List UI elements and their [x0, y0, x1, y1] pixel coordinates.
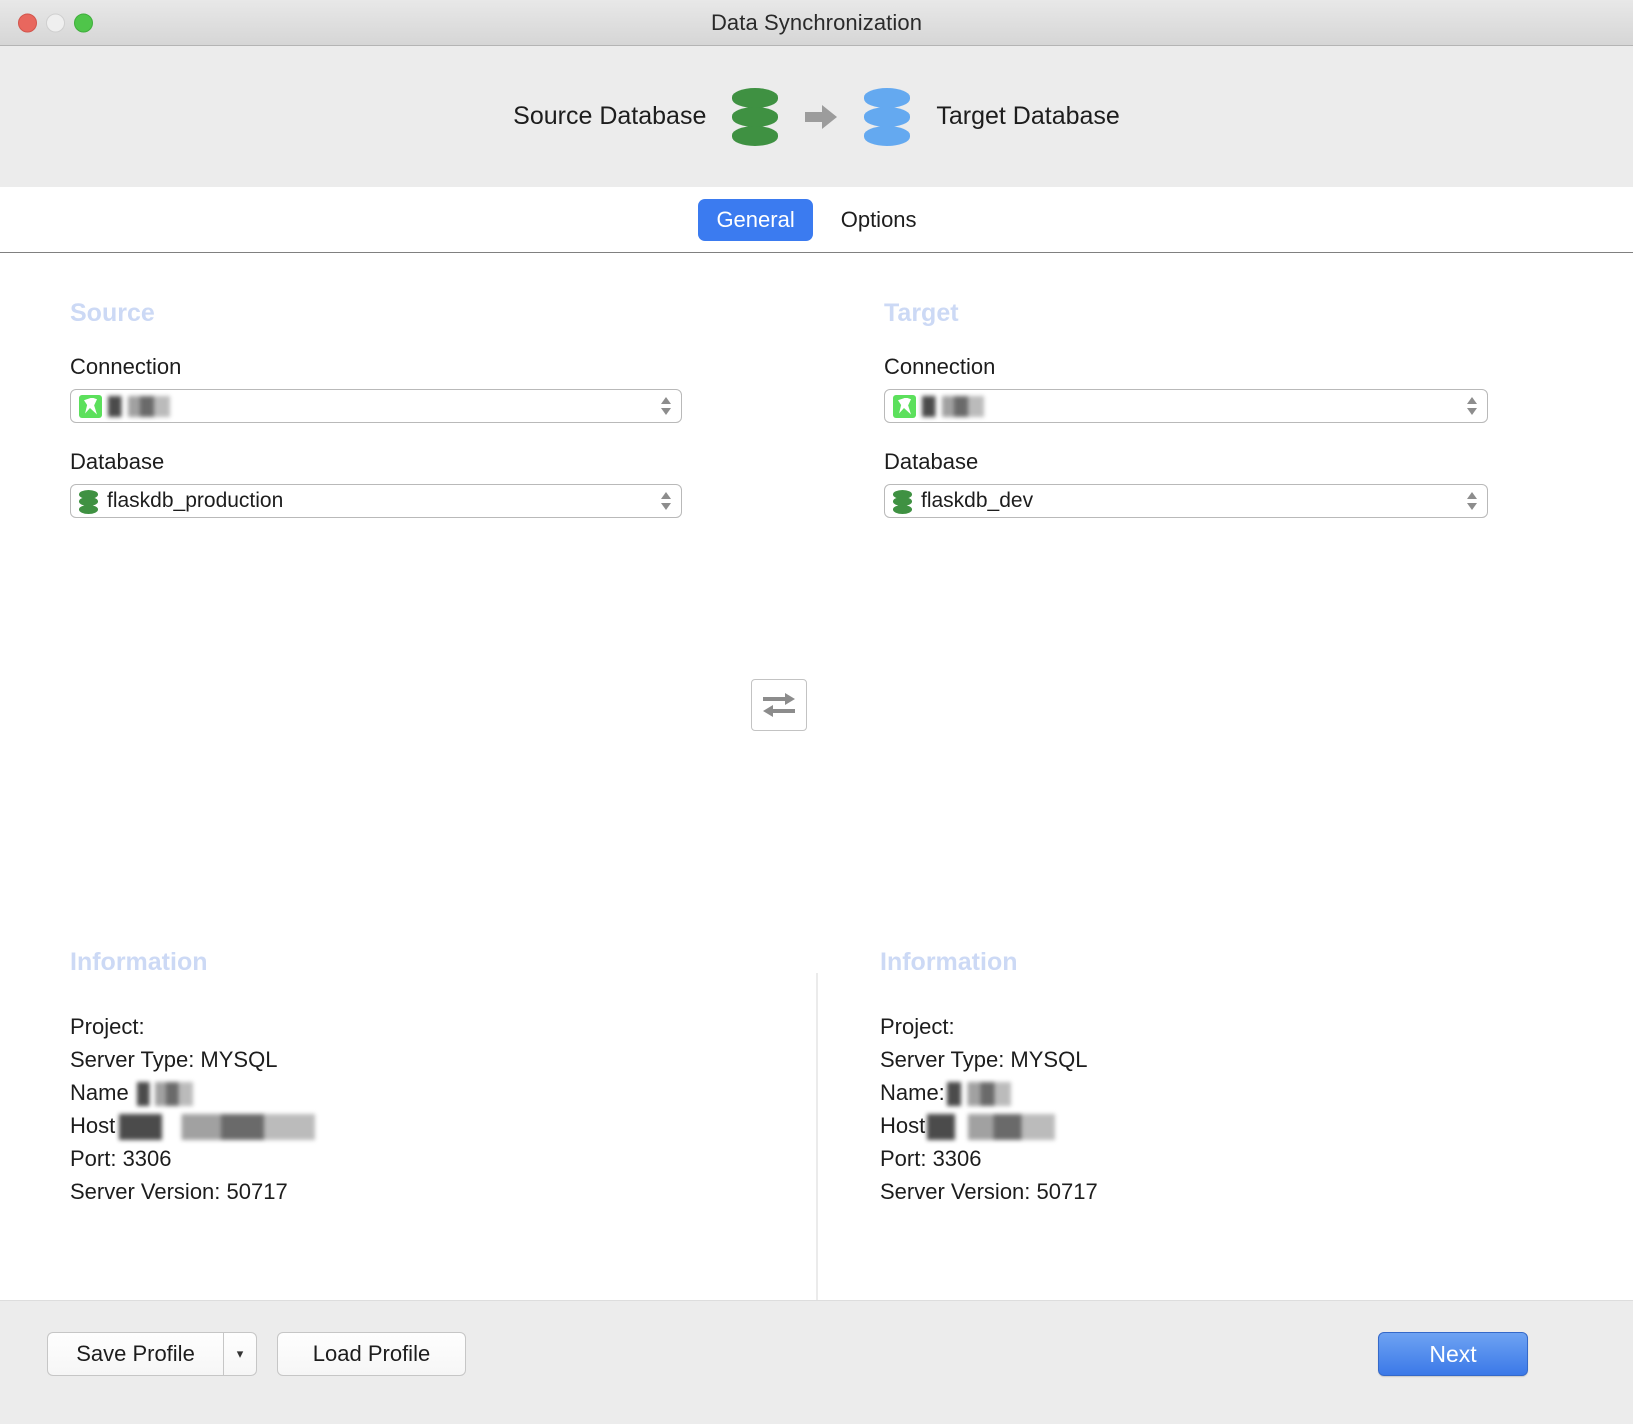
page-title: Data Synchronization — [710, 9, 923, 35]
source-connection-label: Connection — [70, 354, 182, 379]
source-connection-select[interactable] — [70, 389, 682, 423]
target-information-block: Information Project: Server Type: MYSQL … — [880, 948, 1580, 1208]
target-database-label: Target Database — [936, 102, 1120, 130]
zoom-button[interactable] — [74, 13, 93, 32]
target-connection-label: Connection — [884, 354, 996, 379]
target-database-select[interactable]: flaskdb_dev — [884, 484, 1488, 518]
target-connection-value-redacted — [922, 395, 984, 417]
target-info-server-type: Server Type: MYSQL — [880, 1047, 1088, 1072]
swap-source-target-button[interactable] — [751, 679, 807, 731]
source-database-label: Database — [70, 449, 165, 474]
target-info-name-redacted — [946, 1082, 1011, 1107]
close-button[interactable] — [18, 13, 37, 32]
target-connection-select[interactable] — [884, 389, 1488, 423]
panel-divider — [816, 973, 818, 1325]
source-info-server-type: Server Type: MYSQL — [70, 1047, 278, 1072]
target-database-label: Database — [884, 449, 979, 474]
title-bar: Data Synchronization — [0, 0, 1633, 46]
target-info-name-label: Name: — [880, 1080, 945, 1105]
target-database-value: flaskdb_dev — [921, 489, 1034, 512]
target-panel: Target Connection Database flaskdb_dev — [884, 253, 1488, 518]
tab-bar: General Options — [0, 187, 1633, 253]
swap-arrows-icon — [763, 693, 795, 717]
target-database-icon — [864, 87, 911, 146]
target-info-project: Project: — [880, 1014, 955, 1039]
tab-options[interactable]: Options — [823, 199, 935, 241]
target-info-host-label: Host — [880, 1113, 926, 1138]
footer-bar: Save Profile ▾ Load Profile Next — [0, 1300, 1633, 1424]
source-information-title: Information — [70, 948, 208, 976]
target-info-port: Port: 3306 — [880, 1146, 982, 1171]
source-info-host-row: Host — [70, 1109, 770, 1142]
chevron-updown-icon[interactable] — [1465, 395, 1479, 417]
source-database-value: flaskdb_production — [107, 489, 284, 512]
source-info-project: Project: — [70, 1014, 145, 1039]
mysql-connection-icon — [893, 394, 916, 418]
source-database-select[interactable]: flaskdb_production — [70, 484, 682, 518]
target-information-title: Information — [880, 948, 1018, 976]
source-database-label: Source Database — [513, 102, 707, 130]
source-info-port: Port: 3306 — [70, 1146, 172, 1171]
source-info-server-version: Server Version: 50717 — [70, 1179, 288, 1204]
source-info-name-row: Name — [70, 1076, 770, 1109]
source-panel: Source Connection Database flaskdb_produ… — [70, 253, 682, 518]
target-info-host-row: Host — [880, 1109, 1580, 1142]
target-info-name-row: Name: — [880, 1076, 1580, 1109]
next-button[interactable]: Next — [1378, 1332, 1528, 1376]
chevron-updown-icon[interactable] — [659, 490, 673, 512]
minimize-button[interactable] — [46, 13, 65, 32]
sync-direction-banner: Source Database Target Database — [0, 46, 1633, 187]
traffic-light-group — [18, 13, 93, 32]
source-info-host-label: Host — [70, 1113, 116, 1138]
source-info-host-redacted — [119, 1114, 316, 1141]
source-info-name-redacted — [136, 1082, 193, 1107]
target-info-host-redacted — [927, 1114, 1056, 1141]
source-section-title: Source — [70, 299, 155, 327]
target-section-title: Target — [884, 299, 959, 327]
save-profile-dropdown-arrow-icon[interactable]: ▾ — [223, 1332, 257, 1376]
mysql-connection-icon — [79, 394, 102, 418]
source-information-block: Information Project: Server Type: MYSQL … — [70, 948, 770, 1208]
main-content: Source Connection Database flaskdb_produ… — [0, 253, 1633, 1325]
target-info-server-version: Server Version: 50717 — [880, 1179, 1098, 1204]
database-cylinder-icon — [79, 489, 98, 514]
data-synchronization-window: Data Synchronization Source Database Tar… — [0, 0, 1633, 1424]
right-arrow-icon — [804, 102, 838, 132]
chevron-updown-icon[interactable] — [1465, 490, 1479, 512]
tab-general[interactable]: General — [698, 198, 813, 241]
chevron-updown-icon[interactable] — [659, 395, 673, 417]
source-database-icon — [732, 87, 779, 146]
source-info-name-label: Name — [70, 1080, 129, 1105]
save-profile-button[interactable]: Save Profile — [47, 1332, 223, 1376]
source-connection-value-redacted — [108, 395, 170, 417]
load-profile-button[interactable]: Load Profile — [277, 1332, 466, 1376]
database-cylinder-icon — [893, 489, 912, 514]
